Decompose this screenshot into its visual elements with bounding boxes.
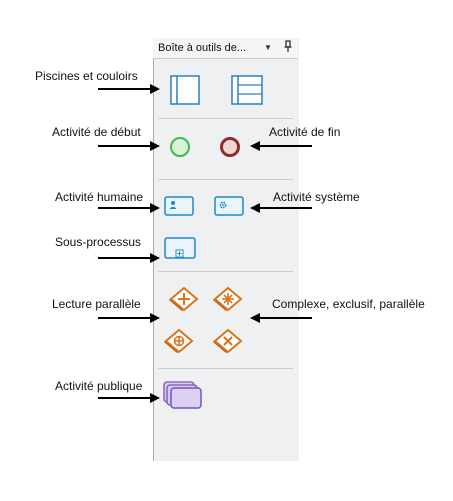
label-subprocess: Sous-processus: [55, 235, 142, 249]
exclusive-gateway-icon[interactable]: [213, 329, 243, 355]
human-activity-icon[interactable]: [164, 196, 194, 216]
system-activity-icon[interactable]: [214, 196, 244, 216]
public-activity-icon[interactable]: [163, 381, 203, 411]
arrow-subprocess: [98, 253, 160, 263]
arrow-start-activity: [98, 141, 160, 151]
arrow-human-activity: [98, 203, 160, 213]
toolbox-title: Boîte à outils de...: [158, 42, 247, 54]
arrow-public-activity: [98, 393, 160, 403]
arrow-pools-lanes: [98, 84, 160, 94]
parallel-gateway-2-icon[interactable]: [164, 329, 194, 355]
chevron-down-icon[interactable]: ▼: [264, 43, 272, 52]
arrow-system-activity: [250, 203, 312, 213]
separator: [158, 179, 293, 180]
label-parallel-read: Lecture parallèle: [52, 297, 141, 311]
label-start-activity: Activité de début: [52, 125, 141, 139]
parallel-gateway-icon[interactable]: [169, 287, 199, 313]
arrow-end-activity: [250, 141, 312, 151]
lane-tool-icon[interactable]: [231, 75, 263, 105]
subprocess-icon[interactable]: [164, 237, 196, 259]
arrow-parallel-read: [98, 313, 160, 323]
separator: [158, 118, 293, 119]
separator: [158, 271, 293, 272]
pool-tool-icon[interactable]: [170, 75, 200, 105]
complex-gateway-icon[interactable]: [213, 287, 243, 313]
arrow-complex-exclusive-parallel: [250, 313, 312, 323]
end-event-icon[interactable]: [219, 136, 241, 158]
label-end-activity: Activité de fin: [269, 125, 341, 139]
start-event-icon[interactable]: [169, 136, 191, 158]
label-pools-lanes: Piscines et couloirs: [35, 69, 138, 83]
pin-icon[interactable]: [283, 40, 293, 54]
separator: [158, 368, 293, 369]
label-complex-exclusive-parallel: Complexe, exclusif, parallèle: [272, 297, 425, 311]
